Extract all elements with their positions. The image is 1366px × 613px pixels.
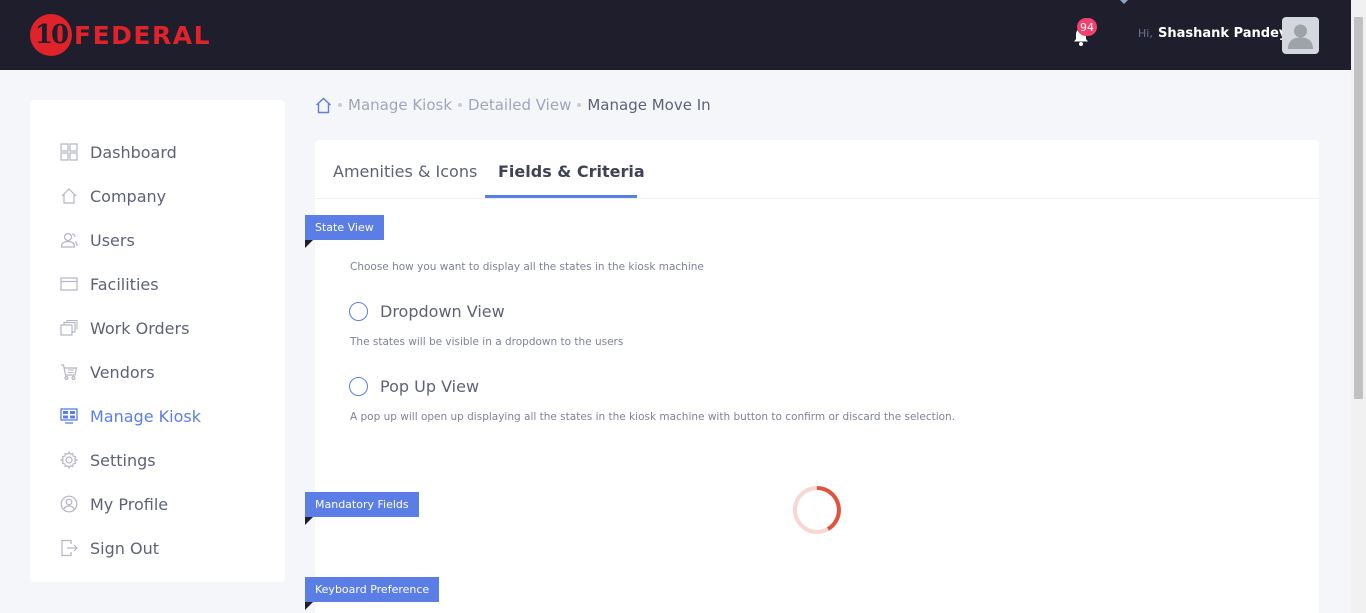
state-view-description: Choose how you want to display all the s…: [350, 261, 704, 273]
tab-amenities-icons[interactable]: Amenities & Icons: [333, 162, 477, 181]
users-icon: [60, 232, 78, 248]
breadcrumb: Manage Kiosk Detailed View Manage Move I…: [315, 94, 711, 116]
company-logo[interactable]: 10 FEDERAL: [30, 14, 211, 56]
sidebar-item-settings[interactable]: Settings: [60, 448, 156, 472]
gear-icon: [60, 451, 78, 469]
radio-button[interactable]: [349, 302, 368, 321]
sidebar-item-my-profile[interactable]: My Profile: [60, 492, 168, 516]
radio-option-pop-up-view[interactable]: Pop Up View: [349, 377, 479, 396]
breadcrumb-separator: [338, 103, 342, 107]
radio-label: Pop Up View: [380, 377, 480, 396]
sidebar-item-facilities[interactable]: Facilities: [60, 272, 159, 296]
breadcrumb-detailed-view[interactable]: Detailed View: [468, 96, 571, 114]
pop-up-view-description: A pop up will open up displaying all the…: [350, 411, 956, 423]
work-orders-icon: [60, 320, 78, 336]
sidebar-item-label: Company: [90, 186, 167, 206]
tab-bar: Amenities & Icons Fields & Criteria: [315, 140, 1319, 199]
sidebar-item-label: Facilities: [90, 274, 159, 294]
sidebar-item-users[interactable]: Users: [60, 228, 135, 252]
sidebar-item-label: Manage Kiosk: [90, 406, 201, 426]
sidebar-item-company[interactable]: Company: [60, 184, 166, 208]
breadcrumb-separator: [458, 103, 463, 107]
sidebar-item-label: Work Orders: [90, 318, 190, 338]
sidebar-item-dashboard[interactable]: Dashboard: [60, 140, 177, 164]
top-header: 10 FEDERAL 94 Hi, Shashank Pandey: [0, 0, 1351, 70]
sidebar-item-sign-out[interactable]: Sign Out: [60, 536, 159, 560]
dashboard-icon: [60, 143, 78, 161]
section-ribbon-state-view: State View: [305, 215, 384, 240]
sidebar-item-label: Dashboard: [90, 142, 177, 162]
sidebar-item-label: My Profile: [90, 494, 169, 514]
sidebar-item-label: Users: [90, 230, 135, 250]
sign-out-icon: [61, 539, 78, 557]
section-ribbon-keyboard-preference: Keyboard Preference: [305, 577, 440, 602]
avatar-user-icon: [1288, 24, 1313, 49]
sidebar-item-label: Settings: [90, 450, 156, 470]
sidebar-item-work-orders[interactable]: Work Orders: [60, 316, 189, 340]
notification-badge[interactable]: 94: [1077, 18, 1097, 36]
loading-spinner-icon: [793, 486, 841, 534]
scrollbar-thumb[interactable]: [1354, 17, 1363, 399]
radio-button[interactable]: [349, 377, 368, 396]
active-tab-indicator: [485, 195, 637, 198]
breadcrumb-current: Manage Move In: [587, 96, 711, 114]
logo-circle: 10: [30, 14, 72, 56]
avatar[interactable]: [1282, 17, 1319, 54]
sidebar-item-label: Sign Out: [90, 538, 159, 558]
radio-label: Dropdown View: [380, 302, 505, 321]
facilities-icon: [60, 277, 78, 291]
sidebar-item-manage-kiosk[interactable]: Manage Kiosk: [60, 404, 201, 428]
profile-icon: [60, 495, 78, 513]
dropdown-view-description: The states will be visible in a dropdown…: [350, 336, 624, 348]
greeting-text: Hi,: [1138, 27, 1153, 40]
breadcrumb-separator: [577, 103, 582, 107]
logo-text: FEDERAL: [74, 20, 212, 50]
sidebar: Dashboard Company Users Facilities Work …: [30, 100, 285, 582]
sidebar-item-label: Vendors: [90, 362, 155, 382]
user-name[interactable]: Shashank Pandey: [1158, 26, 1287, 41]
home-icon[interactable]: [315, 97, 332, 114]
section-ribbon-mandatory-fields: Mandatory Fields: [305, 492, 419, 517]
cart-icon: [61, 364, 78, 381]
radio-option-dropdown-view[interactable]: Dropdown View: [349, 302, 505, 321]
sidebar-item-vendors[interactable]: Vendors: [60, 360, 155, 384]
breadcrumb-manage-kiosk[interactable]: Manage Kiosk: [348, 96, 452, 114]
tab-fields-criteria[interactable]: Fields & Criteria: [498, 162, 645, 181]
top-caret-icon: [1120, 0, 1128, 4]
home-icon: [61, 188, 77, 204]
page-scrollbar[interactable]: [1351, 0, 1366, 613]
kiosk-icon: [60, 408, 78, 424]
